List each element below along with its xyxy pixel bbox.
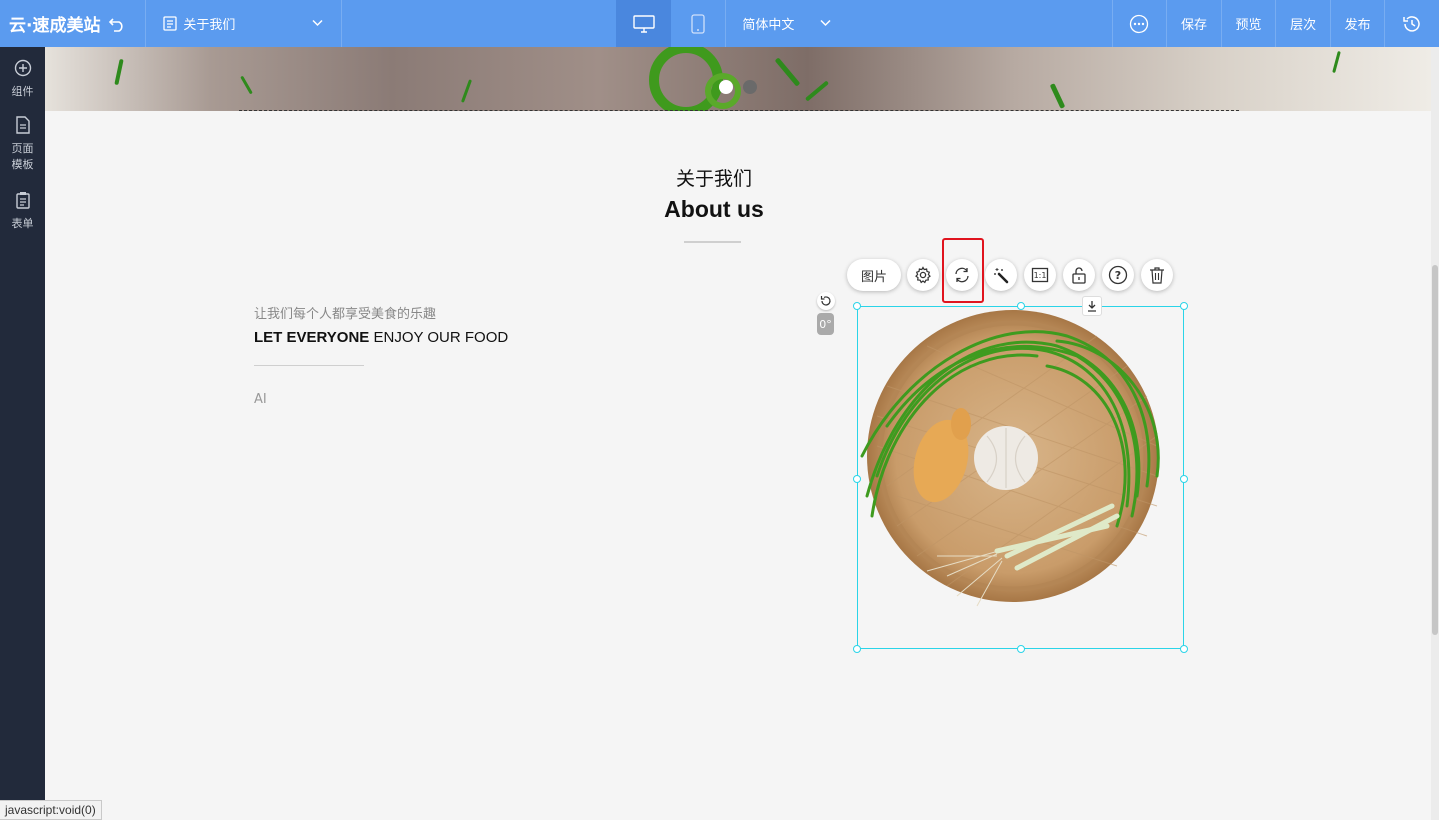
carousel-dot-active[interactable] [719, 80, 733, 94]
page-selector-label: 关于我们 [183, 18, 236, 33]
sidebar-item-label: 页面 [11, 142, 34, 155]
undo-icon[interactable] [108, 16, 126, 32]
subtitle-cn: 让我们每个人都享受美食的乐趣 [254, 307, 437, 322]
picture-button[interactable]: 图片 [847, 259, 901, 291]
body-text: AI [254, 392, 267, 407]
rotation-degree-badge: 0° [817, 313, 834, 335]
top-bar: 云·速成美站 关于我们 简体中文 保存 预览 层次 发布 [0, 0, 1439, 47]
banner-decoration [240, 75, 253, 95]
scrollbar-thumb[interactable] [1432, 265, 1438, 635]
left-sidebar: 组件 页面 模板 表单 [0, 47, 45, 820]
chevron-down-icon [312, 16, 323, 31]
desktop-view-button[interactable] [616, 0, 671, 47]
sidebar-item-components[interactable]: 组件 [0, 47, 45, 100]
topbar-spacer-left [342, 0, 617, 47]
page-icon [15, 116, 31, 139]
plus-circle-icon [14, 59, 32, 82]
preview-button[interactable]: 预览 [1220, 0, 1276, 47]
subtitle-divider [254, 365, 364, 366]
magic-wand-button[interactable] [985, 259, 1017, 291]
save-button[interactable]: 保存 [1166, 0, 1221, 47]
section-title-en: About us [664, 196, 764, 222]
banner-decoration [804, 80, 830, 102]
banner-decoration [774, 57, 801, 87]
document-icon [163, 16, 178, 31]
mobile-view-button[interactable] [671, 0, 726, 47]
page-selector[interactable]: 关于我们 [146, 0, 342, 47]
resize-handle-ne[interactable] [1180, 302, 1188, 310]
lock-button[interactable] [1063, 259, 1095, 291]
highlight-box [942, 238, 984, 303]
banner-decoration [1049, 83, 1066, 109]
banner-decoration [114, 58, 124, 86]
topbar-spacer-right [851, 0, 1112, 47]
layers-button[interactable]: 层次 [1275, 0, 1330, 47]
subtitle-en: LET EVERYONE ENJOY OUR FOOD [254, 329, 508, 346]
more-icon [1130, 14, 1149, 33]
sidebar-item-label: 表单 [11, 217, 34, 230]
resize-handle-nw[interactable] [853, 302, 861, 310]
banner-image[interactable] [45, 47, 1431, 111]
clipboard-icon [15, 191, 31, 214]
resize-handle-se[interactable] [1180, 645, 1188, 653]
help-button[interactable]: ? [1102, 259, 1134, 291]
carousel-dots [719, 80, 757, 94]
sidebar-item-label: 组件 [11, 85, 34, 98]
logo-text: 云·速成美站 [9, 16, 101, 36]
resize-handle-w[interactable] [853, 475, 861, 483]
section-title-cn: 关于我们 [675, 168, 752, 190]
history-icon [1403, 15, 1420, 32]
magic-wand-icon [994, 268, 1009, 284]
delete-icon [1150, 267, 1164, 284]
download-button[interactable] [1082, 296, 1102, 316]
rotate-button[interactable] [817, 292, 835, 310]
subtitle-en-rest: ENJOY OUR FOOD [369, 329, 509, 346]
settings-icon [915, 266, 931, 284]
mobile-icon [691, 13, 705, 34]
sidebar-item-label: 模板 [11, 158, 34, 171]
resize-handle-s[interactable] [1017, 645, 1025, 653]
settings-button[interactable] [907, 259, 939, 291]
carousel-dot[interactable] [743, 80, 757, 94]
banner-decoration [1332, 50, 1341, 74]
help-text: ? [1114, 268, 1122, 282]
download-icon [1088, 301, 1096, 312]
more-button[interactable] [1111, 0, 1167, 47]
resize-handle-n[interactable] [1017, 302, 1025, 310]
delete-button[interactable] [1141, 259, 1173, 291]
logo[interactable]: 云·速成美站 [0, 0, 147, 47]
language-selector[interactable]: 简体中文 [725, 0, 850, 47]
language-label: 简体中文 [742, 18, 795, 33]
lock-icon [1072, 267, 1086, 284]
section-boundary [239, 110, 1239, 111]
aspect-ratio-button[interactable]: 1:1 [1024, 259, 1056, 291]
desktop-icon [632, 14, 655, 33]
rotate-icon [820, 296, 831, 306]
resize-handle-sw[interactable] [853, 645, 861, 653]
resize-handle-e[interactable] [1180, 475, 1188, 483]
sidebar-item-forms[interactable]: 表单 [0, 173, 45, 232]
subtitle-en-bold: LET EVERYONE [254, 329, 370, 346]
selection-box [857, 306, 1184, 649]
sidebar-item-page-template[interactable]: 页面 模板 [0, 100, 45, 173]
publish-button[interactable]: 发布 [1329, 0, 1385, 47]
status-bar: javascript:void(0) [0, 800, 102, 820]
ratio-text: 1:1 [1033, 270, 1047, 280]
title-divider [684, 241, 741, 243]
banner-decoration [460, 79, 473, 103]
chevron-down-icon [820, 16, 831, 31]
history-button[interactable] [1384, 0, 1439, 47]
